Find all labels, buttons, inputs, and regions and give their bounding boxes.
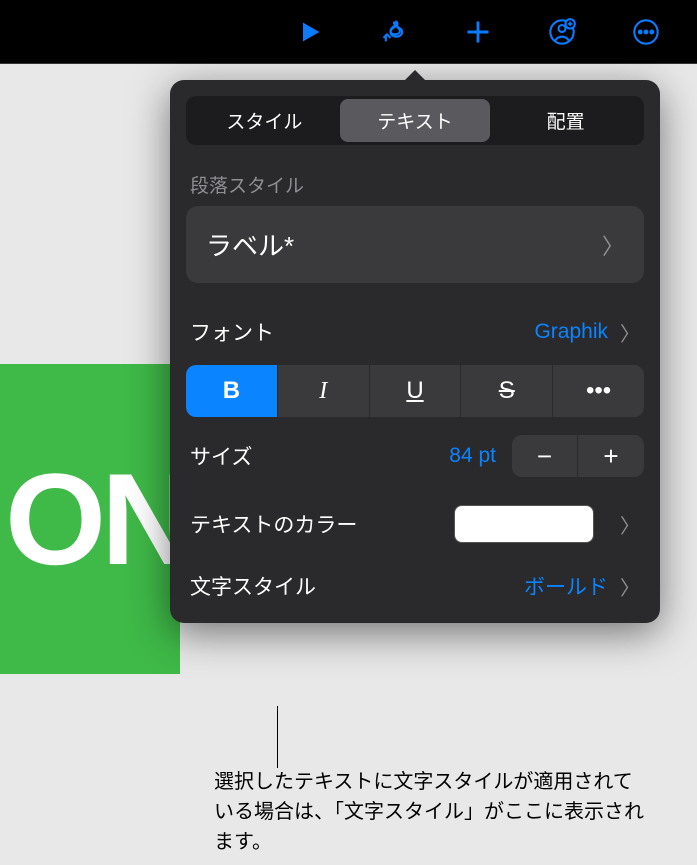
size-decrease-button[interactable]: − <box>512 435 578 477</box>
chevron-right-icon: 〉 <box>620 318 640 347</box>
slide-shape[interactable]: ON <box>0 364 180 674</box>
size-label: サイズ <box>190 441 433 471</box>
more-button[interactable] <box>630 16 662 48</box>
size-row: サイズ 84 pt − + <box>170 427 660 491</box>
slide-text: ON <box>5 444 180 594</box>
callout-line <box>277 706 278 768</box>
italic-button[interactable]: I <box>278 365 370 417</box>
add-button[interactable] <box>462 16 494 48</box>
font-label: フォント <box>190 317 274 347</box>
paragraph-style-selector[interactable]: ラベル* 〉 <box>186 206 644 283</box>
toolbar <box>0 0 697 64</box>
size-stepper: − + <box>512 435 644 477</box>
more-format-button[interactable]: ••• <box>553 365 644 417</box>
size-increase-button[interactable]: + <box>578 435 644 477</box>
format-button[interactable] <box>378 16 410 48</box>
callout-text: 選択したテキストに文字スタイルが適用されている場合は、「文字スタイル」がここに表… <box>214 767 644 857</box>
text-format-buttons: B I U S ••• <box>186 365 644 417</box>
chevron-right-icon: 〉 <box>620 572 640 601</box>
bold-button[interactable]: B <box>186 365 278 417</box>
character-style-label: 文字スタイル <box>190 571 316 601</box>
text-color-label: テキストのカラー <box>190 509 357 539</box>
collaborate-button[interactable] <box>546 16 578 48</box>
paragraph-style-section-label: 段落スタイル <box>170 161 660 206</box>
character-style-row[interactable]: 文字スタイル ボールド 〉 <box>170 557 660 615</box>
text-color-swatch[interactable] <box>454 505 594 543</box>
tab-arrange[interactable]: 配置 <box>490 99 641 142</box>
strikethrough-button[interactable]: S <box>461 365 553 417</box>
character-style-value: ボールド <box>524 571 608 601</box>
tab-bar: スタイル テキスト 配置 <box>186 96 644 145</box>
text-color-row[interactable]: テキストのカラー 〉 <box>170 491 660 557</box>
font-row[interactable]: フォント Graphik 〉 <box>170 303 660 361</box>
format-popover: スタイル テキスト 配置 段落スタイル ラベル* 〉 フォント Graphik … <box>170 80 660 623</box>
chevron-right-icon: 〉 <box>602 229 624 261</box>
tab-style[interactable]: スタイル <box>189 99 340 142</box>
font-value: Graphik <box>534 320 608 344</box>
paragraph-style-value: ラベル* <box>206 226 294 263</box>
underline-button[interactable]: U <box>370 365 462 417</box>
size-value: 84 pt <box>449 444 496 468</box>
chevron-right-icon: 〉 <box>620 510 640 539</box>
play-button[interactable] <box>294 16 326 48</box>
tab-text[interactable]: テキスト <box>340 99 491 142</box>
